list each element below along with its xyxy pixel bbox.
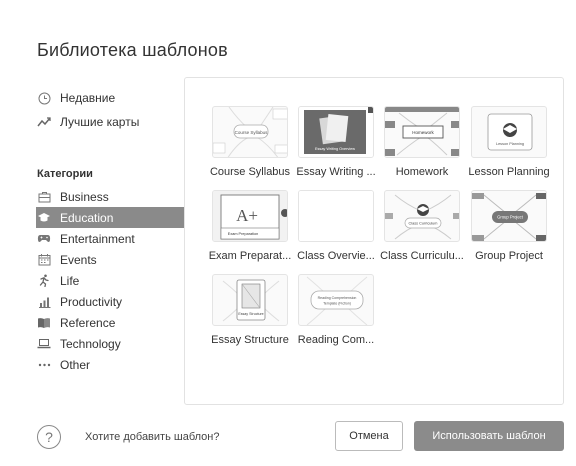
template-card[interactable]: Class Overvie... [293, 190, 379, 262]
template-thumbnail: Class Curriculum [384, 190, 460, 242]
sidebar-item-label: Productivity [60, 294, 123, 309]
template-thumbnail: Essay Structure [212, 274, 288, 326]
template-thumbnail: A+ Exam Preparation [212, 190, 288, 242]
sidebar-item-other[interactable]: Other [37, 354, 184, 375]
dialog-title: Библиотека шаблонов [37, 40, 228, 60]
briefcase-icon [37, 190, 51, 204]
thumb-caption: Group Project [497, 215, 524, 220]
sidebar-item-technology[interactable]: Technology [37, 333, 184, 354]
template-label: Essay Writing ... [296, 166, 376, 178]
thumb-caption: Homework [412, 130, 434, 135]
sidebar-item-reference[interactable]: Reference [37, 312, 184, 333]
template-thumbnail: Group Project [471, 190, 547, 242]
template-label: Course Syllabus [209, 166, 291, 178]
template-label: Reading Com... [297, 334, 375, 346]
thumb-caption: Essay Structure [238, 312, 263, 316]
sidebar-item-events[interactable]: Events [37, 249, 184, 270]
sidebar-item-label: Technology [60, 336, 121, 351]
sidebar-item-label: Life [60, 273, 80, 288]
sidebar-item-best-maps[interactable]: Лучшие карты [37, 110, 184, 134]
sidebar-item-label: Лучшие карты [60, 115, 140, 129]
sidebar-item-label: Education [60, 210, 114, 225]
template-label: Exam Preparat... [208, 250, 292, 262]
template-thumbnail: Essay Writing Overview [298, 106, 374, 158]
template-label: Group Project [475, 250, 543, 262]
template-label: Class Overvie... [297, 250, 375, 262]
sidebar-item-label: Other [60, 357, 91, 372]
sidebar-item-recent[interactable]: Недавние [37, 86, 184, 110]
template-thumbnail: Course Syllabus [212, 106, 288, 158]
template-label: Essay Structure [211, 334, 289, 346]
template-card[interactable]: Lesson Planning Lesson Planning [466, 106, 552, 178]
sidebar: Недавние Лучшие карты Категории Business… [36, 86, 184, 375]
add-template-link[interactable]: Хотите добавить шаблон? [85, 431, 219, 443]
template-label: Lesson Planning [468, 166, 550, 178]
running-person-icon [37, 274, 51, 288]
template-card[interactable]: Essay Structure Essay Structure [207, 274, 293, 346]
sidebar-item-life[interactable]: Life [37, 270, 184, 291]
graduation-cap-icon [37, 211, 51, 225]
template-card[interactable]: A+ Exam Preparation Exam Preparat... [207, 190, 293, 262]
sidebar-item-label: Business [60, 189, 109, 204]
sidebar-item-label: Reference [60, 315, 116, 330]
ellipsis-icon [37, 358, 51, 372]
template-card[interactable]: Homework Homework [379, 106, 465, 178]
thumb-caption: Exam Preparation [228, 232, 258, 236]
help-icon[interactable]: ? [37, 425, 61, 449]
sidebar-item-productivity[interactable]: Productivity [37, 291, 184, 312]
categories-heading: Категории [37, 168, 93, 180]
sidebar-item-education[interactable]: Education [36, 207, 184, 228]
use-template-button[interactable]: Использовать шаблон [414, 421, 564, 451]
thumb-caption: Lesson Planning [496, 142, 524, 146]
clock-icon [37, 91, 51, 105]
sidebar-item-label: Недавние [60, 91, 116, 105]
template-label: Class Curriculu... [380, 250, 464, 262]
bar-chart-icon [37, 295, 51, 309]
sidebar-item-business[interactable]: Business [37, 186, 184, 207]
template-thumbnail: Homework [384, 106, 460, 158]
svg-text:Reading Comprehension: Reading Comprehension [318, 296, 357, 300]
template-thumbnail: Reading Comprehension Template (Fiction) [298, 274, 374, 326]
calendar-icon [37, 253, 51, 267]
template-thumbnail [298, 190, 374, 242]
cancel-button[interactable]: Отмена [335, 421, 403, 451]
thumb-caption: Course Syllabus [235, 130, 269, 135]
thumb-big-text: A+ [236, 206, 258, 225]
sidebar-item-label: Entertainment [60, 231, 135, 246]
template-card[interactable]: Class Curriculum Class Curriculu... [379, 190, 465, 262]
template-card[interactable]: Course Syllabus Course Syllabus [207, 106, 293, 178]
template-card[interactable]: Reading Comprehension Template (Fiction)… [293, 274, 379, 346]
template-card[interactable]: Essay Writing Overview Essay Writing ... [293, 106, 379, 178]
book-icon [37, 316, 51, 330]
gamepad-icon [37, 232, 51, 246]
thumb-caption: Class Curriculum [409, 222, 438, 226]
trend-icon [37, 115, 51, 129]
sidebar-item-entertainment[interactable]: Entertainment [37, 228, 184, 249]
svg-text:Template (Fiction): Template (Fiction) [323, 302, 351, 306]
sidebar-divider [37, 134, 184, 152]
template-thumbnail: Lesson Planning [471, 106, 547, 158]
template-card[interactable]: Group Project Group Project [466, 190, 552, 262]
sidebar-item-label: Events [60, 252, 97, 267]
thumb-caption: Essay Writing Overview [315, 147, 355, 151]
template-gallery: Course Syllabus Course Syllabus Essay Wr… [184, 77, 564, 405]
template-label: Homework [395, 166, 449, 178]
laptop-icon [37, 337, 51, 351]
